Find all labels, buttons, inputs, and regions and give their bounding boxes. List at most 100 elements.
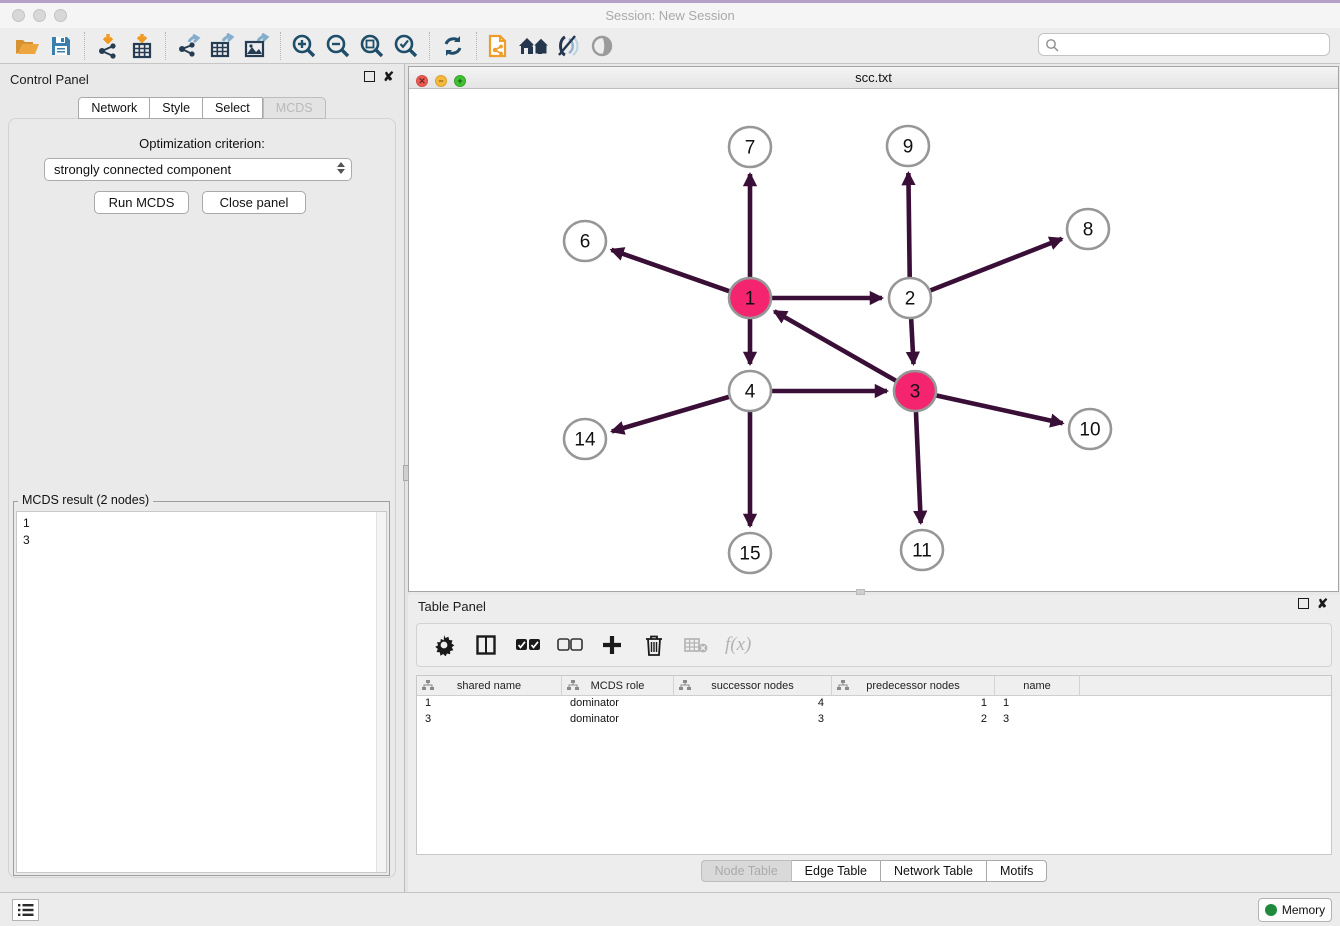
delete-row-button[interactable] (641, 630, 667, 660)
graph-node-1[interactable]: 1 (729, 278, 771, 318)
tab-mcds[interactable]: MCDS (263, 97, 326, 119)
graph-node-11[interactable]: 11 (901, 530, 943, 570)
open-session-button[interactable] (10, 31, 44, 61)
deselect-all-rows-button[interactable] (557, 630, 583, 660)
svg-text:9: 9 (903, 137, 914, 158)
graph-node-2[interactable]: 2 (889, 278, 931, 318)
mcds-result-area[interactable]: 1 3 (16, 511, 387, 873)
optimization-criterion-select[interactable]: strongly connected component (44, 158, 352, 181)
search-input[interactable] (1059, 34, 1329, 55)
refresh-view-button[interactable] (436, 31, 470, 61)
graph-node-6[interactable]: 6 (564, 221, 606, 261)
mcds-result-fieldset: MCDS result (2 nodes) 1 3 (13, 501, 390, 876)
graph-node-14[interactable]: 14 (564, 419, 606, 459)
add-row-button[interactable] (599, 630, 625, 660)
column-header-MCDS-role[interactable]: MCDS role (562, 676, 674, 695)
import-network-button[interactable] (91, 31, 125, 61)
graph-node-9[interactable]: 9 (887, 126, 929, 166)
graph-node-4[interactable]: 4 (729, 371, 771, 411)
graph-edge-2-9[interactable] (908, 173, 909, 277)
export-image-button[interactable] (240, 31, 274, 61)
memory-button[interactable]: Memory (1258, 898, 1332, 922)
zoom-out-button[interactable] (321, 31, 355, 61)
graph-node-15[interactable]: 15 (729, 533, 771, 573)
table-panel-title: Table Panel (418, 599, 486, 614)
network-window-title: scc.txt (409, 67, 1338, 89)
close-table-panel-icon[interactable]: ✘ (1317, 598, 1328, 609)
cell-name[interactable]: 3 (995, 712, 1080, 728)
network-from-file-button[interactable] (483, 31, 517, 61)
export-network-button[interactable] (172, 31, 206, 61)
cell-name[interactable]: 1 (995, 696, 1080, 712)
close-panel-button[interactable]: Close panel (202, 191, 306, 214)
graph-edge-1-6[interactable] (611, 250, 729, 291)
cell-predecessor-nodes[interactable]: 1 (832, 696, 995, 712)
cell-MCDS-role[interactable]: dominator (562, 696, 674, 712)
refresh-icon (441, 34, 465, 58)
float-panel-icon[interactable] (364, 71, 375, 82)
show-details-icon (589, 34, 615, 58)
save-session-button[interactable] (44, 31, 78, 61)
optimization-criterion-value: strongly connected component (54, 162, 231, 177)
run-mcds-button[interactable]: Run MCDS (94, 191, 189, 214)
tab-node-table[interactable]: Node Table (701, 860, 792, 882)
tab-network-table[interactable]: Network Table (881, 860, 987, 882)
cell-MCDS-role[interactable]: dominator (562, 712, 674, 728)
show-graphics-details-button[interactable] (585, 31, 619, 61)
cell-successor-nodes[interactable]: 4 (674, 696, 832, 712)
memory-status-icon (1265, 904, 1277, 916)
list-icon (17, 903, 34, 917)
node-table[interactable]: shared nameMCDS rolesuccessor nodesprede… (416, 675, 1332, 855)
show-columns-button[interactable] (473, 630, 499, 660)
toolbar-separator (280, 32, 281, 60)
zoom-in-button[interactable] (287, 31, 321, 61)
cell-shared-name[interactable]: 3 (417, 712, 562, 728)
graph-edge-3-1[interactable] (774, 311, 895, 380)
table-row[interactable]: 1dominator411 (417, 696, 1331, 712)
svg-text:8: 8 (1083, 220, 1094, 241)
cell-successor-nodes[interactable]: 3 (674, 712, 832, 728)
result-scrollbar[interactable] (376, 512, 386, 872)
column-header-shared-name[interactable]: shared name (417, 676, 562, 695)
column-header-successor-nodes[interactable]: successor nodes (674, 676, 832, 695)
zoom-fit-button[interactable] (355, 31, 389, 61)
apply-function-button: f(x) (725, 630, 751, 660)
graph-node-3[interactable]: 3 (894, 371, 936, 411)
zoom-selected-icon (393, 33, 419, 59)
tab-network[interactable]: Network (78, 97, 150, 119)
select-all-rows-button[interactable] (515, 630, 541, 660)
graph-edge-2-3[interactable] (911, 319, 913, 364)
home-button[interactable] (517, 31, 551, 61)
toolbar-separator (476, 32, 477, 60)
tab-select[interactable]: Select (203, 97, 263, 119)
cell-shared-name[interactable]: 1 (417, 696, 562, 712)
task-history-button[interactable] (12, 899, 39, 921)
network-canvas[interactable]: 7 9 6 8 1 2 4 3 14 10 15 11 (409, 89, 1338, 592)
table-tabs: Node TableEdge TableNetwork TableMotifs (408, 860, 1340, 882)
tab-style[interactable]: Style (150, 97, 203, 119)
network-file-icon (487, 32, 513, 60)
search-field[interactable] (1038, 33, 1330, 56)
graph-node-10[interactable]: 10 (1069, 409, 1111, 449)
table-settings-button[interactable] (431, 630, 457, 660)
graph-edge-3-11[interactable] (916, 412, 921, 523)
graph-edge-4-14[interactable] (612, 397, 729, 432)
hide-graphics-details-button[interactable] (551, 31, 585, 61)
table-row[interactable]: 3dominator323 (417, 712, 1331, 728)
graph-node-8[interactable]: 8 (1067, 209, 1109, 249)
column-header-predecessor-nodes[interactable]: predecessor nodes (832, 676, 995, 695)
cell-predecessor-nodes[interactable]: 2 (832, 712, 995, 728)
import-table-button[interactable] (125, 31, 159, 61)
float-table-panel-icon[interactable] (1298, 598, 1309, 609)
graph-edge-3-10[interactable] (936, 395, 1062, 423)
svg-text:2: 2 (905, 289, 916, 310)
tab-motifs[interactable]: Motifs (987, 860, 1047, 882)
zoom-selected-button[interactable] (389, 31, 423, 61)
close-panel-icon[interactable]: ✘ (383, 71, 394, 82)
table-toolbar: f(x) (416, 623, 1332, 667)
export-table-button[interactable] (206, 31, 240, 61)
tab-edge-table[interactable]: Edge Table (792, 860, 881, 882)
graph-node-7[interactable]: 7 (729, 127, 771, 167)
column-header-name[interactable]: name (995, 676, 1080, 695)
graph-edge-2-8[interactable] (931, 239, 1062, 291)
